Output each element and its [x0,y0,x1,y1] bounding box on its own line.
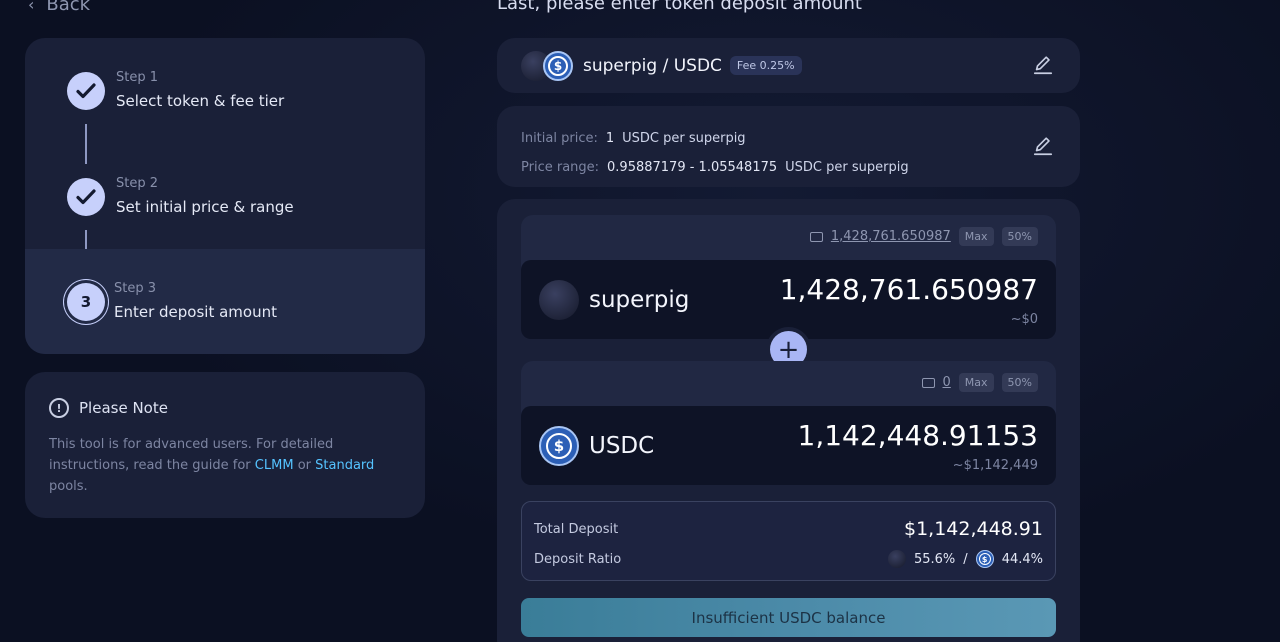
fee-badge: Fee 0.25% [729,56,802,75]
note-suffix: pools. [49,479,88,494]
edit-price-icon[interactable] [1032,135,1054,157]
check-icon [67,178,105,216]
clmm-link[interactable]: CLMM [255,458,294,473]
step-2-sub: Step 2 [116,176,159,191]
steps-card: Step 1 Select token & fee tier Step 2 Se… [25,38,425,354]
wallet-icon [809,231,823,242]
usdc-balance-value[interactable]: 0 [943,375,951,390]
usdc-token-icon: $ [975,550,994,568]
deposit-summary: Total Deposit $1,142,448.91 Deposit Rati… [521,501,1056,581]
superpig-balance: 1,428,761.650987 Max 50% [809,227,1038,246]
step-2-title: Set initial price & range [116,198,294,216]
pair-name: superpig / USDC [583,55,722,76]
deposit-ratio: 55.6% / $ 44.4% [887,550,1043,568]
price-range-unit: USDC per superpig [785,160,909,175]
chevron-left-icon: ‹ [28,0,35,14]
usdc-token-selector: $ USDC [539,426,654,466]
usdc-amount-row: $ USDC 1,142,448.91153 ~$1,142,449 [521,406,1056,485]
back-label: Back [46,0,91,15]
usdc-amount-input[interactable]: 1,142,448.91153 [798,419,1038,452]
usdc-token-icon: $ [543,50,573,81]
step-1-sub: Step 1 [116,70,159,85]
page-root: ‹ Back Step 1 Select token & fee tier St… [0,0,1280,642]
step-3: 3 Step 3 Enter deposit amount [25,249,425,354]
pair-card: $ superpig / USDC Fee 0.25% [497,38,1080,93]
note-title: Please Note [79,399,168,417]
wallet-icon [921,377,935,388]
deposit-ratio-label: Deposit Ratio [534,551,622,567]
edit-pair-icon[interactable] [1032,54,1054,76]
price-card: Initial price: 1 USDC per superpig Price… [497,106,1080,187]
deposit-ratio-row: Deposit Ratio 55.6% / $ 44.4% [534,544,1043,574]
initial-price-value: 1 [605,131,615,146]
insufficient-balance-button[interactable]: Insufficient USDC balance [521,598,1056,637]
step-3-title: Enter deposit amount [114,303,277,321]
initial-price-unit: USDC per superpig [622,131,746,146]
usdc-usd-value: ~$1,142,449 [952,458,1038,473]
total-deposit-row: Total Deposit $1,142,448.91 [534,514,1043,544]
step-3-number: 3 [67,283,105,321]
max-button[interactable]: Max [958,227,994,246]
usdc-input-box: 0 Max 50% $ USDC 1,142,448.91153 ~$1,142… [521,361,1056,485]
max-button[interactable]: Max [958,373,994,392]
standard-link[interactable]: Standard [315,458,374,473]
note-body: This tool is for advanced users. For det… [49,434,401,497]
superpig-token-name: superpig [589,287,690,313]
note-header: ! Please Note [49,398,401,418]
superpig-amount-input[interactable]: 1,428,761.650987 [780,273,1038,306]
superpig-token-icon [539,280,579,320]
step-3-sub: Step 3 [114,281,157,296]
superpig-usd-value: ~$0 [1010,312,1038,327]
ratio-a: 55.6% [913,551,956,567]
deposit-card: 1,428,761.650987 Max 50% superpig 1,428,… [497,199,1080,642]
half-button[interactable]: 50% [1001,373,1038,392]
ratio-separator: / [963,551,968,567]
superpig-token-icon [887,550,906,568]
half-button[interactable]: 50% [1001,227,1038,246]
usdc-balance: 0 Max 50% [921,373,1038,392]
page-title: Last, please enter token deposit amount [497,0,862,14]
back-button[interactable]: ‹ Back [28,0,90,15]
superpig-input-box: 1,428,761.650987 Max 50% superpig 1,428,… [521,215,1056,339]
note-card: ! Please Note This tool is for advanced … [25,372,425,518]
note-or: or [297,458,311,473]
initial-price-row: Initial price: 1 USDC per superpig [521,124,1056,153]
total-deposit-label: Total Deposit [534,521,619,537]
check-icon [67,72,105,110]
price-range-row: Price range: 0.95887179 - 1.05548175 USD… [521,153,1056,182]
superpig-token-selector: superpig [539,280,689,320]
ratio-b: 44.4% [1001,551,1043,567]
info-icon: ! [49,398,69,418]
superpig-amount-row: superpig 1,428,761.650987 ~$0 [521,260,1056,339]
price-range-value: 0.95887179 - 1.05548175 [607,160,778,175]
step-1-title: Select token & fee tier [116,92,285,110]
usdc-token-name: USDC [589,433,655,459]
total-deposit-value: $1,142,448.91 [903,518,1043,540]
usdc-token-icon: $ [539,426,579,466]
price-range-label: Price range: [521,160,600,175]
initial-price-label: Initial price: [521,131,598,146]
superpig-balance-value[interactable]: 1,428,761.650987 [831,229,951,244]
